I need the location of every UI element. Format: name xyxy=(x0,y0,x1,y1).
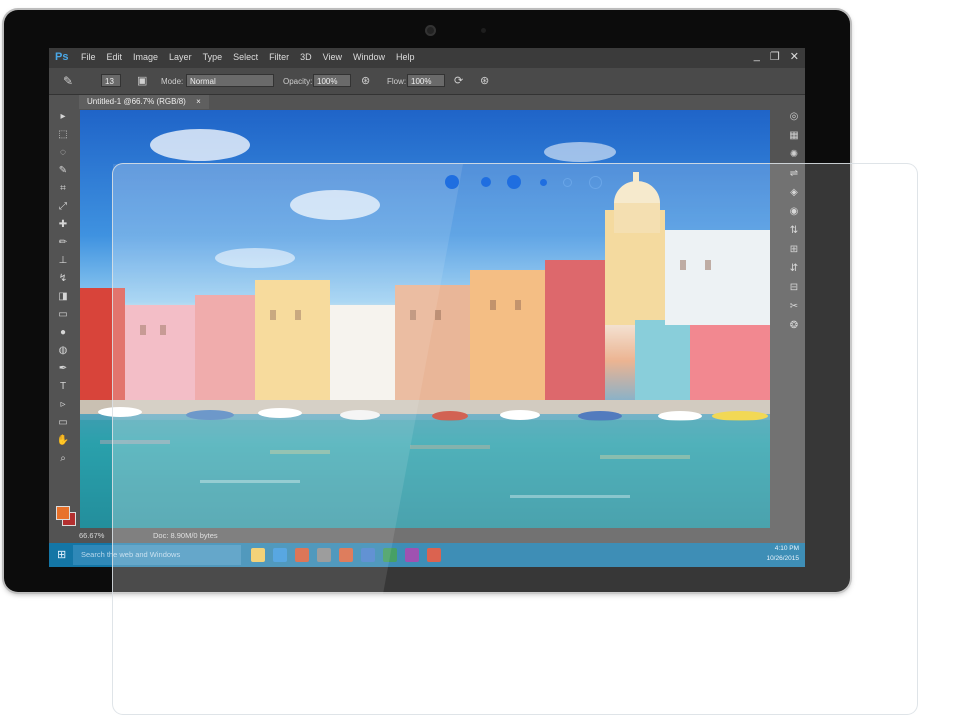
brush-panel-icon[interactable]: ▣ xyxy=(137,74,147,87)
photoshop-logo: Ps xyxy=(55,51,69,63)
flow-field[interactable]: 100% xyxy=(407,74,445,87)
tab-document[interactable]: Untitled-1 @66.7% (RGB/8) × xyxy=(79,95,209,109)
stamp-icon[interactable]: ⊥ xyxy=(56,254,70,268)
zoom-level[interactable]: 66.67% xyxy=(79,531,104,540)
menu-view[interactable]: View xyxy=(323,52,342,62)
document-tab-label: Untitled-1 @66.7% (RGB/8) xyxy=(87,97,186,106)
minimize-icon[interactable]: _ xyxy=(754,50,760,63)
pressure-opacity-icon[interactable]: ⊛ xyxy=(361,74,370,87)
menu-filter[interactable]: Filter xyxy=(269,52,289,62)
mode-select[interactable]: Normal xyxy=(186,74,274,87)
windows-start-icon[interactable]: ⊞ xyxy=(57,548,66,561)
hand-icon[interactable]: ✋ xyxy=(56,434,70,448)
dodge-icon[interactable]: ◍ xyxy=(56,344,70,358)
document-tabs: Untitled-1 @66.7% (RGB/8) × xyxy=(73,95,773,109)
menu-list: File Edit Image Layer Type Select Filter… xyxy=(81,52,415,62)
carousel-dots xyxy=(445,173,605,191)
carousel-dot[interactable] xyxy=(589,175,602,189)
tools-panel: ▸ ⬚ ◌ ✎ ⌗ ⤢ ✚ ✏ ⊥ ↯ ◨ ▭ ● ◍ ✒ T ▹ ▭ ✋ ⌕ xyxy=(54,110,72,540)
swatches-icon[interactable]: ▦ xyxy=(787,129,801,143)
brush-tool-icon[interactable]: ✎ xyxy=(63,74,73,88)
menu-layer[interactable]: Layer xyxy=(169,52,192,62)
quick-select-icon[interactable]: ✎ xyxy=(56,164,70,178)
carousel-dot[interactable] xyxy=(540,178,547,186)
lasso-icon[interactable]: ◌ xyxy=(56,146,70,160)
menu-3d[interactable]: 3D xyxy=(300,52,312,62)
menu-select[interactable]: Select xyxy=(233,52,258,62)
type-icon[interactable]: T xyxy=(56,380,70,394)
menu-help[interactable]: Help xyxy=(396,52,415,62)
opacity-label: Opacity: xyxy=(283,77,313,86)
crop-icon[interactable]: ⌗ xyxy=(56,182,70,196)
mode-label: Mode: xyxy=(161,77,184,86)
gradient-icon[interactable]: ▭ xyxy=(56,308,70,322)
history-icon[interactable]: ◎ xyxy=(787,110,801,124)
tab-close-icon[interactable]: × xyxy=(196,97,201,106)
menu-edit[interactable]: Edit xyxy=(107,52,123,62)
sensor-icon xyxy=(481,28,486,33)
close-icon[interactable]: ✕ xyxy=(790,50,799,63)
glass-shine xyxy=(113,164,463,594)
move-icon[interactable]: ▸ xyxy=(56,110,70,124)
brush-size-field[interactable]: 13 xyxy=(101,74,121,87)
airbrush-icon[interactable]: ⟳ xyxy=(454,74,463,87)
eraser-icon[interactable]: ◨ xyxy=(56,290,70,304)
camera-icon xyxy=(425,25,436,36)
menu-type[interactable]: Type xyxy=(203,52,223,62)
carousel-dot[interactable] xyxy=(481,177,491,187)
healing-icon[interactable]: ✚ xyxy=(56,218,70,232)
adjustments-icon[interactable]: ✺ xyxy=(787,148,801,162)
restore-icon[interactable]: ❐ xyxy=(770,50,780,63)
flow-label: Flow: xyxy=(387,77,407,86)
foreground-color-swatch[interactable] xyxy=(56,506,70,520)
window-controls: _ ❐ ✕ xyxy=(754,50,799,63)
carousel-dot[interactable] xyxy=(563,177,572,187)
brush-icon[interactable]: ✏ xyxy=(56,236,70,250)
pressure-size-icon[interactable]: ⊛ xyxy=(480,74,489,87)
history-brush-icon[interactable]: ↯ xyxy=(56,272,70,286)
options-bar: ✎ 13 ▣ Mode: Normal Opacity: 100% ⊛ Flow… xyxy=(49,68,805,95)
menu-bar: Ps File Edit Image Layer Type Select Fil… xyxy=(49,48,805,68)
menu-image[interactable]: Image xyxy=(133,52,158,62)
marquee-icon[interactable]: ⬚ xyxy=(56,128,70,142)
eyedropper-icon[interactable]: ⤢ xyxy=(56,200,70,214)
opacity-field[interactable]: 100% xyxy=(313,74,351,87)
shape-icon[interactable]: ▭ xyxy=(56,416,70,430)
pen-icon[interactable]: ✒ xyxy=(56,362,70,376)
zoom-icon[interactable]: ⌕ xyxy=(56,452,70,466)
menu-file[interactable]: File xyxy=(81,52,96,62)
path-select-icon[interactable]: ▹ xyxy=(56,398,70,412)
carousel-dot[interactable] xyxy=(507,175,521,189)
menu-window[interactable]: Window xyxy=(353,52,385,62)
blur-icon[interactable]: ● xyxy=(56,326,70,340)
carousel-dot[interactable] xyxy=(445,175,459,189)
